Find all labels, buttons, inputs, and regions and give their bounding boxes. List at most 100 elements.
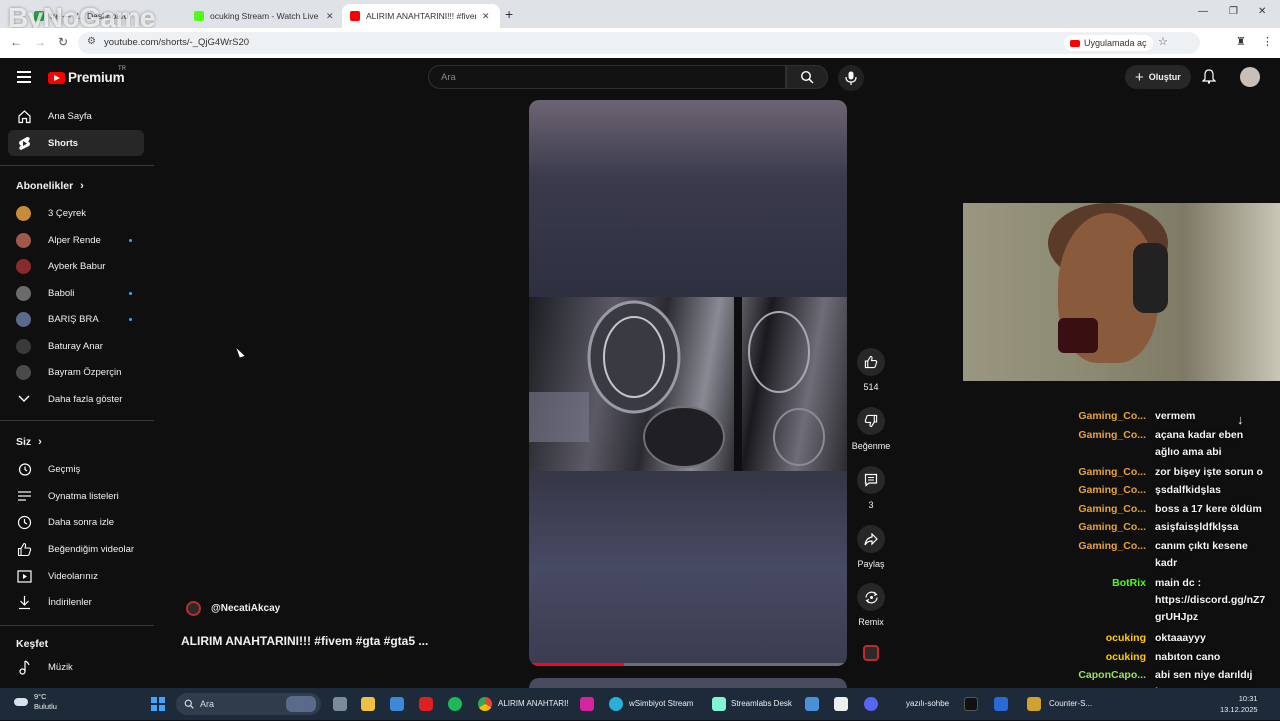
back-icon[interactable]: ← xyxy=(10,35,22,49)
forward-icon[interactable]: → xyxy=(34,35,46,49)
weather-widget[interactable]: 9°C Bulutlu xyxy=(14,692,57,712)
sidebar-item-label: Alper Rende xyxy=(48,234,101,246)
close-window-button[interactable]: ✕ xyxy=(1258,6,1266,17)
notifications-bell-icon[interactable] xyxy=(1202,69,1216,84)
restore-button[interactable]: ❐ xyxy=(1229,6,1238,17)
plus-icon: + xyxy=(1135,68,1144,86)
edge-icon[interactable] xyxy=(609,697,623,711)
sidebar-item-subscription[interactable]: Baboli xyxy=(8,280,144,306)
sidebar-item-downloads[interactable]: İndirilenler xyxy=(8,589,144,615)
video-progress-bar[interactable] xyxy=(529,663,847,666)
counter-strike-icon[interactable] xyxy=(1027,697,1041,711)
mouse-cursor xyxy=(236,346,245,358)
sidebar-item-subscription[interactable]: Bayram Özperçin xyxy=(8,359,144,385)
discord-icon[interactable] xyxy=(864,697,878,711)
taskbar-app-label[interactable]: Counter-S... xyxy=(1049,699,1092,708)
scroll-down-arrow-icon[interactable]: ↓ xyxy=(1237,412,1244,427)
sidebar-item-subscription[interactable]: Alper Rende xyxy=(8,227,144,253)
app-icon[interactable] xyxy=(805,697,819,711)
dislike-action[interactable]: Beğenme xyxy=(851,407,891,451)
spotify-icon[interactable] xyxy=(448,697,462,711)
comments-button[interactable] xyxy=(857,466,885,494)
browser-tab-3-active[interactable]: ALIRIM ANAHTARINI!!! #fivem ✕ xyxy=(342,4,500,28)
sidebar-item-subscription[interactable]: BARIŞ BRA xyxy=(8,306,144,332)
browser-tab-2[interactable]: ocuking Stream - Watch Live o... ✕ xyxy=(186,4,342,28)
subscriptions-header[interactable]: Abonelikler › xyxy=(16,180,84,192)
taskbar-app-label[interactable]: wSimbiyot Stream xyxy=(629,699,693,708)
short-title[interactable]: ALIRIM ANAHTARINI!!! #fivem #gta #gta5 .… xyxy=(181,634,428,648)
taskbar-app-label[interactable]: Streamlabs Desk xyxy=(731,699,792,708)
site-info-icon[interactable]: ⚙ xyxy=(87,36,96,47)
chrome-icon[interactable] xyxy=(478,697,492,711)
share-button[interactable] xyxy=(857,525,885,553)
shorts-video-player[interactable] xyxy=(529,100,847,666)
weather-desc: Bulutlu xyxy=(34,702,57,711)
channel-avatar xyxy=(16,311,31,327)
sidebar-item-subscription[interactable]: 3 Çeyrek xyxy=(8,200,144,226)
reload-icon[interactable]: ↻ xyxy=(58,35,68,49)
channel-avatar xyxy=(16,338,31,354)
youtube-premium-logo[interactable]: Premium TR xyxy=(48,66,126,85)
like-action[interactable]: 514 xyxy=(851,348,891,392)
instagram-icon[interactable] xyxy=(580,697,594,711)
sound-source-avatar[interactable] xyxy=(863,645,879,661)
streamlabs-icon[interactable] xyxy=(712,697,726,711)
search-input[interactable]: Ara xyxy=(428,65,786,89)
guide-sidebar: Ana Sayfa Shorts Abonelikler › 3 Çeyrek … xyxy=(0,98,154,688)
store-icon[interactable] xyxy=(390,697,404,711)
close-tab-icon[interactable]: ✕ xyxy=(482,11,490,22)
youtube-icon xyxy=(1070,39,1080,47)
sidebar-item-music[interactable]: Müzik xyxy=(8,654,144,680)
close-tab-icon[interactable]: ✕ xyxy=(326,11,334,22)
chat-username: Gaming_Co... xyxy=(1078,502,1146,515)
account-avatar[interactable] xyxy=(1240,67,1260,87)
history-icon xyxy=(16,461,32,477)
sidebar-item-subscription[interactable]: Baturay Anar xyxy=(8,333,144,359)
youtube-app-icon[interactable] xyxy=(419,697,433,711)
chevron-right-icon: › xyxy=(38,436,42,448)
chat-message: boss a 17 kere öldüm xyxy=(1155,502,1262,515)
bookmark-star-icon[interactable]: ☆ xyxy=(1158,35,1168,48)
sidebar-item-playlists[interactable]: Oynatma listeleri xyxy=(8,483,144,509)
sidebar-item-your-videos[interactable]: Videolarınız xyxy=(8,563,144,589)
start-button-windows-icon[interactable] xyxy=(151,697,165,711)
file-explorer-icon[interactable] xyxy=(361,697,375,711)
chat-message: https://discord.gg/nZ7 xyxy=(1155,593,1266,606)
tiktok-icon[interactable] xyxy=(964,697,978,711)
sidebar-item-history[interactable]: Geçmiş xyxy=(8,456,144,482)
extension-icon[interactable]: ♜ xyxy=(1236,35,1246,48)
task-view-icon[interactable] xyxy=(333,697,347,711)
minimize-button[interactable]: — xyxy=(1198,6,1208,17)
sidebar-item-watch-later[interactable]: Daha sonra izle xyxy=(8,509,144,535)
app-icon[interactable] xyxy=(994,697,1008,711)
remix-action[interactable]: Remix xyxy=(851,583,891,627)
share-action[interactable]: Paylaş xyxy=(851,525,891,569)
capcut-icon[interactable] xyxy=(834,697,848,711)
sidebar-item-home[interactable]: Ana Sayfa xyxy=(8,103,144,129)
sidebar-item-label: Bayram Özperçin xyxy=(48,366,122,378)
voice-search-button[interactable] xyxy=(838,65,864,91)
taskbar-app-label[interactable]: ALIRIM ANAHTARI! xyxy=(498,699,569,708)
address-bar[interactable]: ⚙ youtube.com/shorts/-_QjG4WrS20 Uygulam… xyxy=(78,32,1200,54)
taskbar-app-label[interactable]: yazılı-sohbe xyxy=(906,699,949,708)
short-channel[interactable]: @NecatiAkcay xyxy=(186,601,280,616)
sidebar-item-shorts[interactable]: Shorts xyxy=(8,130,144,156)
create-button[interactable]: + Oluştur xyxy=(1125,65,1191,89)
sidebar-item-liked-videos[interactable]: Beğendiğim videolar xyxy=(8,536,144,562)
menu-kebab-icon[interactable]: ⋮ xyxy=(1262,35,1273,48)
new-tab-button[interactable]: + xyxy=(505,6,513,22)
taskbar-search[interactable]: Ara xyxy=(176,693,321,715)
sidebar-item-subscription[interactable]: Ayberk Babur xyxy=(8,253,144,279)
system-clock[interactable]: 10:31 13.12.2025 xyxy=(1220,693,1258,715)
remix-button[interactable] xyxy=(857,583,885,611)
drinking-glass-image xyxy=(1058,318,1098,353)
open-in-app-button[interactable]: Uygulamada aç xyxy=(1064,35,1153,51)
hamburger-menu-icon[interactable] xyxy=(17,71,31,83)
like-button[interactable] xyxy=(857,348,885,376)
dislike-button[interactable] xyxy=(857,407,885,435)
comments-action[interactable]: 3 xyxy=(851,466,891,510)
you-header[interactable]: Siz › xyxy=(16,436,42,448)
sidebar-show-more[interactable]: Daha fazla göster xyxy=(8,386,144,412)
sidebar-item-label: Daha sonra izle xyxy=(48,516,115,528)
search-button[interactable] xyxy=(786,65,828,89)
